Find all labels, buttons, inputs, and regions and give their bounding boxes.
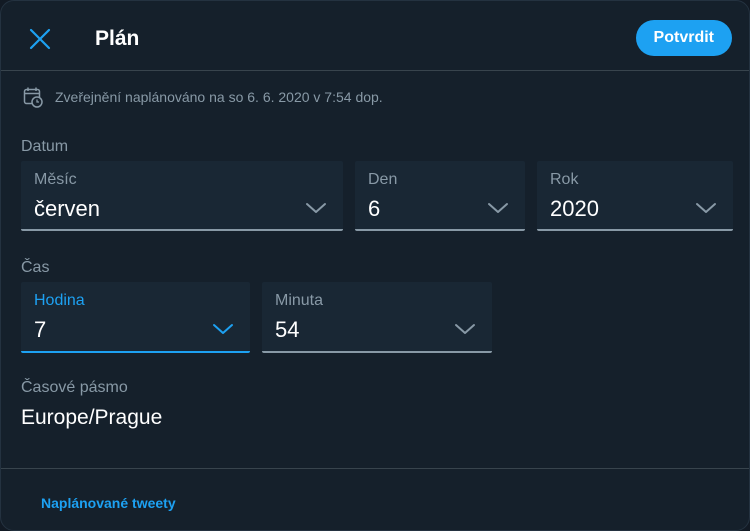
month-select[interactable]: Měsíc červen [21,161,343,231]
day-label: Den [368,171,398,188]
chevron-down-icon [455,324,475,334]
confirm-button[interactable]: Potvrdit [635,20,732,56]
time-section-label: Čas [21,259,50,276]
dialog-header: Plán Potvrdit [1,1,749,71]
minute-value: 54 [275,317,300,342]
calendar-clock-icon [23,86,43,108]
dialog-footer: Naplánované tweety [1,468,749,530]
minute-select[interactable]: Minuta 54 [262,282,492,353]
year-label: Rok [550,171,579,188]
month-label: Měsíc [34,171,77,188]
schedule-info-text: Zveřejnění naplánováno na so 6. 6. 2020 … [55,89,383,105]
chevron-down-icon [213,324,233,334]
dialog-title: Plán [95,27,140,50]
day-value: 6 [368,196,381,221]
close-icon [29,28,51,50]
date-section-label: Datum [21,138,69,155]
timezone-value: Europe/Prague [21,406,163,429]
year-select[interactable]: Rok 2020 [537,161,733,231]
year-value: 2020 [550,196,599,221]
hour-label: Hodina [34,292,85,309]
hour-select[interactable]: Hodina 7 [21,282,250,353]
schedule-info: Zveřejnění naplánováno na so 6. 6. 2020 … [23,86,383,108]
timezone-label: Časové pásmo [21,379,128,396]
month-value: červen [34,196,101,221]
schedule-dialog: Plán Potvrdit Zveřejnění naplánováno na … [0,0,750,531]
chevron-down-icon [696,203,716,213]
close-button[interactable] [22,21,58,57]
minute-label: Minuta [275,292,324,309]
hour-value: 7 [34,317,47,342]
chevron-down-icon [306,203,326,213]
chevron-down-icon [488,203,508,213]
day-select[interactable]: Den 6 [355,161,525,231]
scheduled-tweets-link[interactable]: Naplánované tweety [41,495,176,511]
